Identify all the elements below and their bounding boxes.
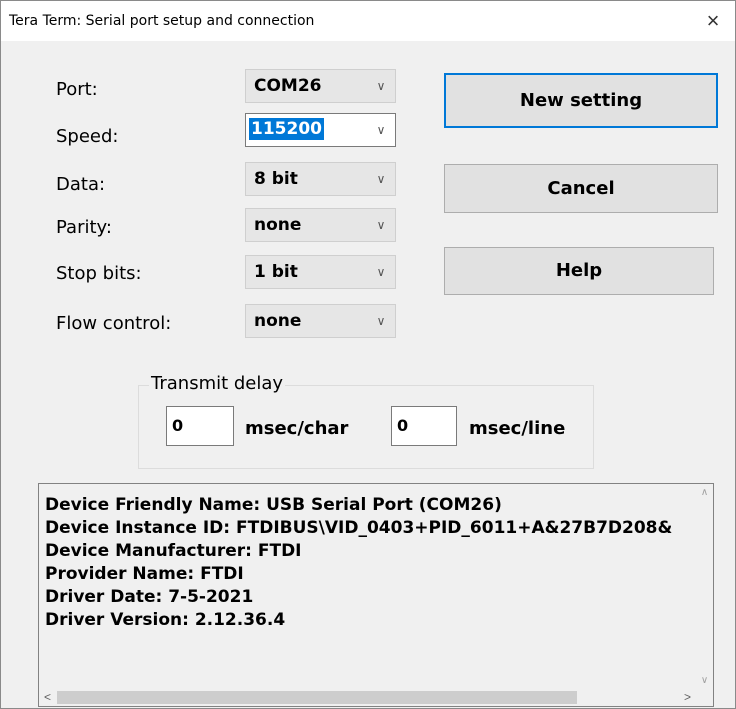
flow-control-select[interactable]: none ∨ xyxy=(245,304,396,338)
horizontal-scroll-thumb[interactable] xyxy=(57,691,577,704)
line-delay-unit: msec/line xyxy=(469,418,566,439)
port-label: Port: xyxy=(56,79,98,100)
chevron-down-icon[interactable]: ∨ xyxy=(374,169,388,189)
stop-bits-label: Stop bits: xyxy=(56,263,142,284)
stop-bits-select[interactable]: 1 bit ∨ xyxy=(245,255,396,289)
speed-value: 115200 xyxy=(249,118,324,140)
data-value: 8 bit xyxy=(254,169,298,189)
parity-value: none xyxy=(254,215,302,235)
vertical-scrollbar[interactable]: ∧ ∨ xyxy=(696,484,713,689)
scroll-up-icon[interactable]: ∧ xyxy=(696,484,713,501)
parity-select[interactable]: none ∨ xyxy=(245,208,396,242)
char-delay-unit: msec/char xyxy=(245,418,349,439)
speed-select[interactable]: 115200 ∨ xyxy=(245,113,396,147)
transmit-delay-title: Transmit delay xyxy=(149,373,286,394)
provider-name: Provider Name: FTDI xyxy=(45,564,244,584)
parity-label: Parity: xyxy=(56,217,112,238)
chevron-down-icon[interactable]: ∨ xyxy=(374,76,388,96)
chevron-down-icon[interactable]: ∨ xyxy=(374,120,388,140)
serial-port-setup-dialog: Tera Term: Serial port setup and connect… xyxy=(0,0,736,709)
port-value: COM26 xyxy=(254,76,322,96)
speed-label: Speed: xyxy=(56,126,119,147)
device-info-box[interactable]: Device Friendly Name: USB Serial Port (C… xyxy=(38,483,714,707)
data-select[interactable]: 8 bit ∨ xyxy=(245,162,396,196)
scroll-right-icon[interactable]: > xyxy=(679,689,696,706)
device-instance-id: Device Instance ID: FTDIBUS\VID_0403+PID… xyxy=(45,518,673,538)
scroll-left-icon[interactable]: < xyxy=(39,689,56,706)
line-delay-input[interactable]: 0 xyxy=(391,406,457,446)
driver-date: Driver Date: 7-5-2021 xyxy=(45,587,254,607)
device-friendly-name: Device Friendly Name: USB Serial Port (C… xyxy=(45,495,502,515)
title-bar: Tera Term: Serial port setup and connect… xyxy=(1,1,735,41)
new-setting-button[interactable]: New setting xyxy=(444,73,718,128)
device-info-text: Device Friendly Name: USB Serial Port (C… xyxy=(45,494,695,632)
stop-bits-value: 1 bit xyxy=(254,262,298,282)
cancel-button[interactable]: Cancel xyxy=(444,164,718,213)
horizontal-scrollbar[interactable]: < > xyxy=(39,689,696,706)
flow-control-label: Flow control: xyxy=(56,313,172,334)
flow-control-value: none xyxy=(254,311,302,331)
device-manufacturer: Device Manufacturer: FTDI xyxy=(45,541,302,561)
char-delay-input[interactable]: 0 xyxy=(166,406,234,446)
scroll-down-icon[interactable]: ∨ xyxy=(696,672,713,689)
help-button[interactable]: Help xyxy=(444,247,714,295)
chevron-down-icon[interactable]: ∨ xyxy=(374,311,388,331)
port-select[interactable]: COM26 ∨ xyxy=(245,69,396,103)
driver-version: Driver Version: 2.12.36.4 xyxy=(45,610,286,630)
close-icon[interactable]: × xyxy=(691,1,735,41)
chevron-down-icon[interactable]: ∨ xyxy=(374,215,388,235)
chevron-down-icon[interactable]: ∨ xyxy=(374,262,388,282)
data-label: Data: xyxy=(56,174,106,195)
window-title: Tera Term: Serial port setup and connect… xyxy=(9,13,315,29)
